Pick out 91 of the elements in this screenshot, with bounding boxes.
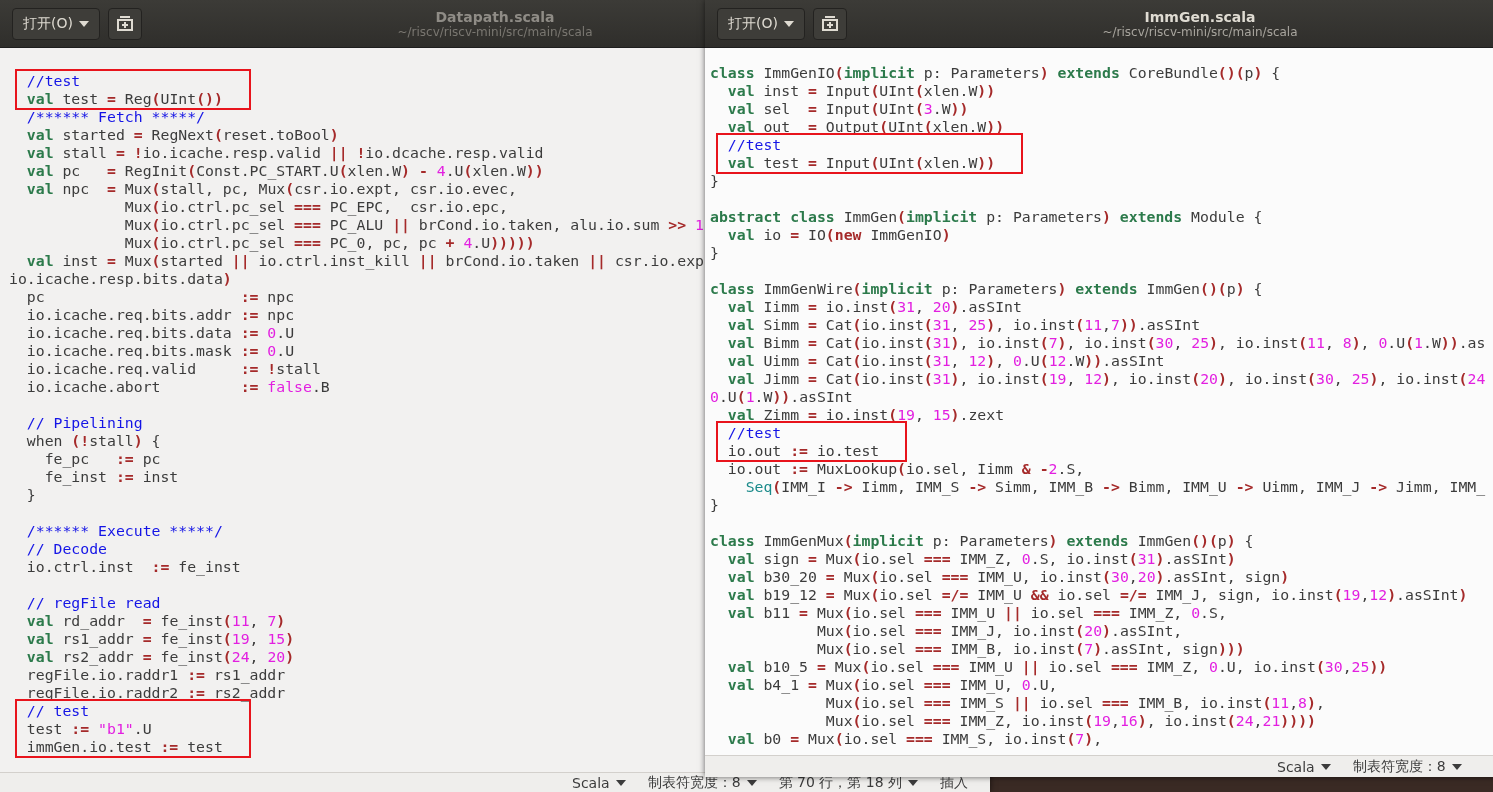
code-line: val npc = Mux(stall, pc, Mux(csr.io.expt, csr.io.evec,: [25, 180, 517, 198]
code-line: io.icache.req.bits.mask := 0.U: [25, 342, 295, 360]
status-dropdown[interactable]: 制表符宽度：8: [1352, 757, 1462, 776]
code-line: val stall = !io.icache.resp.valid || !io.dcache.resp.valid: [25, 144, 544, 162]
code-line: 0.U(1.W)).asSInt: [710, 388, 853, 406]
file-path: ~/riscv/riscv-mini/src/main/scala: [1102, 24, 1298, 39]
code-line: when (!stall) {: [25, 432, 161, 450]
code-line: val rs2_addr = fe_inst(24, 20): [25, 648, 295, 666]
code-line: regFile.io.raddr2 := rs2_addr: [25, 684, 286, 702]
open-button[interactable]: 打开(O): [717, 7, 805, 40]
code-line: regFile.io.raddr1 := rs1_addr: [25, 666, 286, 684]
code-line: val rd_addr = fe_inst(11, 7): [25, 612, 286, 630]
code-line: val test = Input(UInt(xlen.W)): [726, 154, 996, 172]
window-title: Datapath.scala: [435, 8, 555, 25]
code-line: io.icache.abort := false.B: [25, 378, 330, 396]
caret-icon: [746, 779, 757, 786]
caret-icon: [615, 779, 626, 786]
code-line: class ImmGenIO(implicit p: Parameters) extends CoreBundle()(p) {: [710, 64, 1281, 82]
code-line: val b0 = Mux(io.sel === IMM_S, io.inst(7),: [726, 730, 1103, 748]
window-title: ImmGen.scala: [1144, 8, 1256, 25]
code-line: val rs1_addr = fe_inst(19, 15): [25, 630, 295, 648]
caret-icon: [78, 20, 89, 27]
code-line: val b11 = Mux(io.sel === IMM_U || io.sel === IMM_Z, 0.S,: [726, 604, 1227, 622]
code-line: }: [710, 496, 719, 514]
code-line: }: [25, 486, 36, 504]
code-line: io.out := io.test: [726, 442, 880, 460]
code-line: immGen.io.test := test: [25, 738, 223, 756]
code-line: fe_pc := pc: [43, 450, 161, 468]
code-line: io.icache.req.valid := !stall: [25, 360, 321, 378]
code-line: /****** Execute *****/: [25, 522, 223, 540]
code-line: val b10_5 = Mux(io.sel === IMM_U || io.sel === IMM_Z, 0.U, io.inst(30,25)): [726, 658, 1388, 676]
code-line: val inst = Mux(started || io.ctrl.inst_kill || brCond.io.taken || csr.io.exp: [25, 252, 704, 270]
new-tab-button[interactable]: [812, 7, 847, 40]
code-line: val Uimm = Cat(io.inst(31, 12), 0.U(12.W)).asSInt: [726, 352, 1165, 370]
code-line: val Simm = Cat(io.inst(31, 25), io.inst(11,7)).asSInt: [726, 316, 1201, 334]
code-line: }: [710, 244, 719, 262]
code-line: Mux(io.sel === IMM_S || io.sel === IMM_B, io.inst(11,8),: [824, 694, 1325, 712]
code-line: io.ctrl.inst := fe_inst: [25, 558, 241, 576]
add-document-icon: [820, 15, 839, 32]
code-line: Mux(io.ctrl.pc_sel === PC_ALU || brCond.io.taken, alu.io.sum >> 1: [123, 216, 704, 234]
code-line: Mux(io.sel === IMM_B, io.inst(7).asSInt, sign))): [815, 640, 1245, 658]
code-line: //test: [25, 72, 81, 90]
code-line: /****** Fetch *****/: [25, 108, 205, 126]
code-line: val started = RegNext(reset.toBool): [25, 126, 339, 144]
code-line: io.icache.req.bits.data := 0.U: [25, 324, 295, 342]
caret-icon: [783, 20, 794, 27]
code-line: Seq(IMM_I -> Iimm, IMM_S -> Simm, IMM_B -> Bimm, IMM_U -> Uimm, IMM_J -> Jimm, IMM_: [744, 478, 1486, 496]
code-line: io.icache.req.bits.addr := npc: [25, 306, 295, 324]
code-line: test := "b1".U: [25, 720, 152, 738]
add-document-icon: [115, 15, 134, 32]
code-line: class ImmGenWire(implicit p: Parameters) extends ImmGen()(p) {: [710, 280, 1263, 298]
code-line: Mux(io.ctrl.pc_sel === PC_EPC, csr.io.epc,: [123, 198, 508, 216]
code-line: }: [710, 172, 719, 190]
status-dropdown[interactable]: Scala: [1277, 758, 1331, 775]
code-line: // regFile read: [25, 594, 161, 612]
code-line: //test: [726, 424, 782, 442]
code-line: io.out := MuxLookup(io.sel, Iimm & -2.S,: [726, 460, 1085, 478]
new-tab-button[interactable]: [107, 7, 142, 40]
code-line: val io = IO(new ImmGenIO): [726, 226, 951, 244]
code-line: fe_inst := inst: [43, 468, 179, 486]
code-line: // Decode: [25, 540, 107, 558]
code-editor[interactable]: [0, 48, 705, 772]
code-line: val Iimm = io.inst(31, 20).asSInt: [726, 298, 1022, 316]
caret-icon: [1451, 763, 1462, 770]
code-editor[interactable]: [705, 48, 1493, 755]
caret-icon: [1320, 763, 1331, 770]
code-line: Mux(io.ctrl.pc_sel === PC_0, pc, pc + 4.U))))): [123, 234, 535, 252]
code-line: val inst = Input(UInt(xlen.W)): [726, 82, 996, 100]
code-line: //test: [726, 136, 782, 154]
code-line: class ImmGenMux(implicit p: Parameters) extends ImmGen()(p) {: [710, 532, 1254, 550]
code-line: io.icache.resp.bits.data): [9, 270, 232, 288]
status-dropdown[interactable]: Scala: [572, 774, 626, 791]
code-line: // Pipelining: [25, 414, 143, 432]
code-line: Mux(io.sel === IMM_J, io.inst(20).asSInt,: [815, 622, 1183, 640]
status-dropdown[interactable]: 制表符宽度：8: [647, 773, 757, 792]
code-line: val sel = Input(UInt(3.W)): [726, 100, 969, 118]
code-line: val Jimm = Cat(io.inst(31), io.inst(19, 12), io.inst(20), io.inst(30, 25), io.inst(24: [726, 370, 1486, 388]
code-line: val b30_20 = Mux(io.sel === IMM_U, io.inst(30,20).asSInt, sign): [726, 568, 1290, 586]
code-line: val pc = RegInit(Const.PC_START.U(xlen.W) - 4.U(xlen.W)): [25, 162, 544, 180]
file-path: ~/riscv/riscv-mini/src/main/scala: [397, 24, 593, 39]
code-line: val sign = Mux(io.sel === IMM_Z, 0.S, io.inst(31).asSInt): [726, 550, 1236, 568]
code-line: val b19_12 = Mux(io.sel =/= IMM_U && io.sel =/= IMM_J, sign, io.inst(19,12).asSInt): [726, 586, 1468, 604]
code-line: pc := npc: [25, 288, 295, 306]
code-line: val test = Reg(UInt()): [25, 90, 223, 108]
open-button[interactable]: 打开(O): [12, 7, 100, 40]
code-line: // test: [25, 702, 90, 720]
code-line: val b4_1 = Mux(io.sel === IMM_U, 0.U,: [726, 676, 1058, 694]
code-line: val Bimm = Cat(io.inst(31), io.inst(7), io.inst(30, 25), io.inst(11, 8), 0.U(1.W)).as: [726, 334, 1486, 352]
code-line: Mux(io.sel === IMM_Z, io.inst(19,16), io.inst(24,21)))): [824, 712, 1316, 730]
code-line: abstract class ImmGen(implicit p: Parameters) extends Module {: [710, 208, 1263, 226]
caret-icon: [908, 779, 918, 786]
